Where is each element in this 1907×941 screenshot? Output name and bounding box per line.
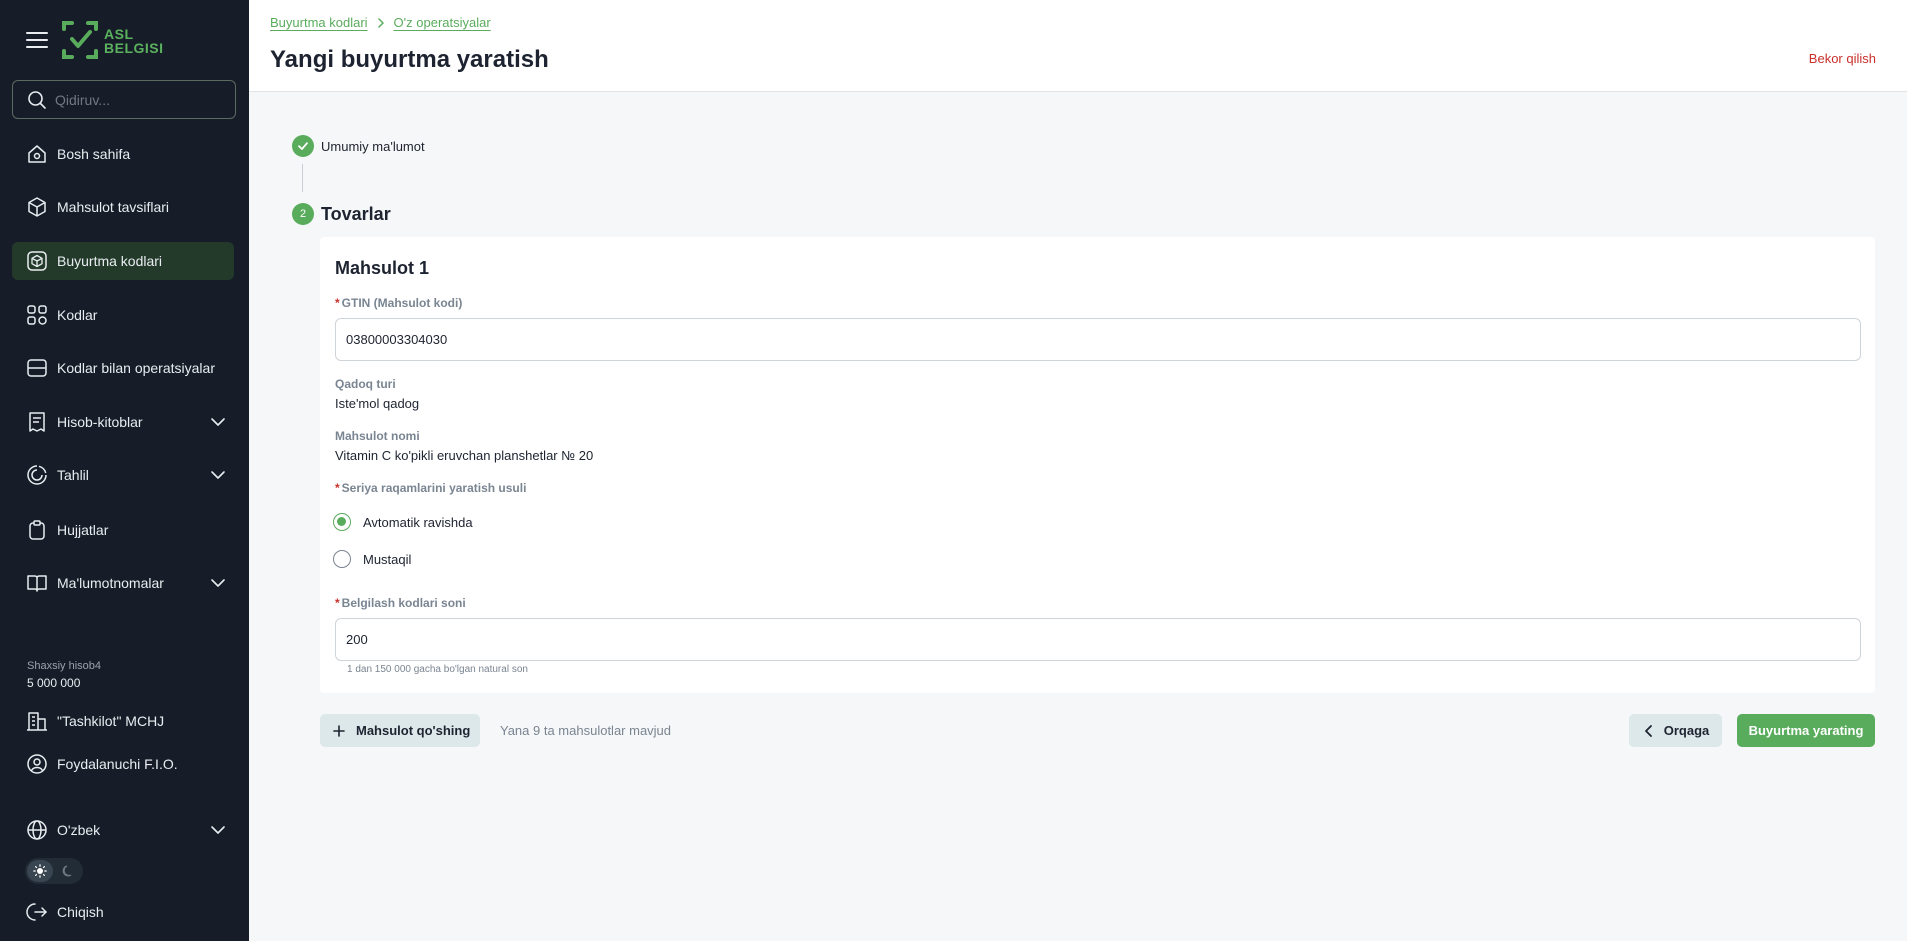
menu-icon[interactable] [26,32,48,48]
sidebar-item-label: Buyurtma kodlari [57,253,163,269]
code-count-hint: 1 dan 150 000 gacha bo'lgan natural son [347,664,528,675]
language-selector[interactable]: O'zbek [12,811,234,849]
building-icon [27,712,47,731]
sun-icon[interactable] [27,860,53,882]
logout-icon [26,903,47,921]
clipboard-icon [29,520,45,540]
organization-item[interactable]: "Tashkilot" MCHJ [12,702,234,740]
language-label: O'zbek [57,822,101,838]
search-input[interactable] [55,91,225,108]
sidebar-item-label: Kodlar bilan operatsiyalar [57,360,215,376]
radio-button-checked[interactable] [333,513,351,531]
page-header: Buyurtma kodlari O'z operatsiyalar Yangi… [249,0,1907,92]
codes-icon [27,305,47,325]
code-count-label: * Belgilash kodlari soni [335,596,466,610]
product-card: Mahsulot 1 *GTIN (Mahsulot kodi) Qadoq t… [320,237,1875,693]
user-item[interactable]: Foydalanuchi F.I.O. [12,745,234,783]
code-count-input[interactable] [335,618,1861,661]
create-order-button[interactable]: Buyurtma yarating [1737,714,1875,747]
step-general-info[interactable]: Umumiy ma'lumot [321,139,425,154]
radio-button[interactable] [333,550,351,568]
logo-text: ASL BELGISI [104,26,164,56]
sidebar-item-label: Hisob-kitoblar [57,414,143,430]
sidebar-item-documents[interactable]: Hujjatlar [12,511,234,549]
chevron-down-icon[interactable] [208,573,228,593]
sidebar-item-label: Hujjatlar [57,522,109,538]
page-title: Yangi buyurtma yaratish [270,46,549,73]
logout-button[interactable]: Chiqish [12,893,234,931]
product-name-value: Vitamin C ko'pikli eruvchan planshetlar … [335,448,594,463]
sidebar-item-label: Tahlil [57,467,89,483]
sidebar-item-label: Mahsulot tavsiflari [57,199,170,215]
account-label: Shaxsiy hisob4 [27,660,101,672]
chevron-down-icon[interactable] [208,820,228,840]
step-number-badge: 2 [292,203,314,225]
organization-name: "Tashkilot" MCHJ [57,713,165,729]
sidebar: ASL BELGISI Bosh sahifa Mahsulot tavsifl… [0,0,249,941]
order-codes-icon [27,251,47,271]
user-name: Foydalanuchi F.I.O. [57,756,178,772]
radio-manual[interactable]: Mustaqil [333,550,411,568]
search-icon [28,90,46,109]
operations-icon [27,359,47,377]
chevron-left-icon [1644,724,1652,737]
book-icon [27,575,47,592]
step-connector [302,164,303,192]
user-icon [27,754,47,774]
logo[interactable]: ASL BELGISI [60,19,163,61]
sidebar-item-code-operations[interactable]: Kodlar bilan operatsiyalar [12,349,234,387]
product-name-label: Mahsulot nomi [335,429,420,443]
sidebar-top: ASL BELGISI [0,14,249,64]
analytics-icon [27,465,47,485]
step-complete-check-icon [292,135,314,157]
receipt-icon [29,412,45,432]
serial-method-label: * Seriya raqamlarini yaratish usuli [335,481,527,495]
breadcrumb-own-operations[interactable]: O'z operatsiyalar [394,15,491,30]
plus-icon [333,724,345,737]
home-icon [28,145,46,163]
package-type-label: Qadoq turi [335,377,396,391]
cancel-button[interactable]: Bekor qilish [1809,51,1876,66]
sidebar-item-label: Ma'lumotnomalar [57,575,164,591]
remaining-products-text: Yana 9 ta mahsulotlar mavjud [500,723,672,738]
sidebar-item-product-descriptions[interactable]: Mahsulot tavsiflari [12,188,234,226]
sidebar-item-order-codes[interactable]: Buyurtma kodlari [12,242,234,280]
sidebar-item-calculations[interactable]: Hisob-kitoblar [12,403,234,441]
account-balance: 5 000 000 [27,676,81,690]
gtin-input[interactable] [335,318,1861,361]
radio-label: Avtomatik ravishda [363,514,473,530]
sidebar-item-codes[interactable]: Kodlar [12,296,234,334]
breadcrumb: Buyurtma kodlari O'z operatsiyalar [270,15,491,30]
radio-automatic[interactable]: Avtomatik ravishda [333,513,473,531]
sidebar-item-label: Kodlar [57,307,98,323]
sidebar-item-label: Bosh sahifa [57,146,131,162]
logo-mark-icon [62,21,98,59]
globe-icon [27,820,47,840]
chevron-down-icon[interactable] [208,465,228,485]
product-title: Mahsulot 1 [335,258,430,278]
logout-label: Chiqish [57,904,104,920]
package-type-value: Iste'mol qadog [335,396,420,411]
back-button[interactable]: Orqaga [1629,714,1722,747]
chevron-right-icon [377,17,384,28]
sidebar-item-analytics[interactable]: Tahlil [12,456,234,494]
step-products: Tovarlar [321,204,391,224]
moon-icon[interactable] [55,860,81,882]
search-box[interactable] [12,80,236,119]
chevron-down-icon[interactable] [208,412,228,432]
radio-label: Mustaqil [363,551,412,567]
cube-icon [28,197,46,217]
sidebar-item-references[interactable]: Ma'lumotnomalar [12,564,234,602]
sidebar-item-home[interactable]: Bosh sahifa [12,135,234,173]
theme-toggle[interactable] [25,858,83,884]
breadcrumb-order-codes[interactable]: Buyurtma kodlari [270,15,368,30]
add-product-button[interactable]: Mahsulot qo'shing [320,714,480,747]
gtin-label: * GTIN (Mahsulot kodi) [335,296,463,310]
